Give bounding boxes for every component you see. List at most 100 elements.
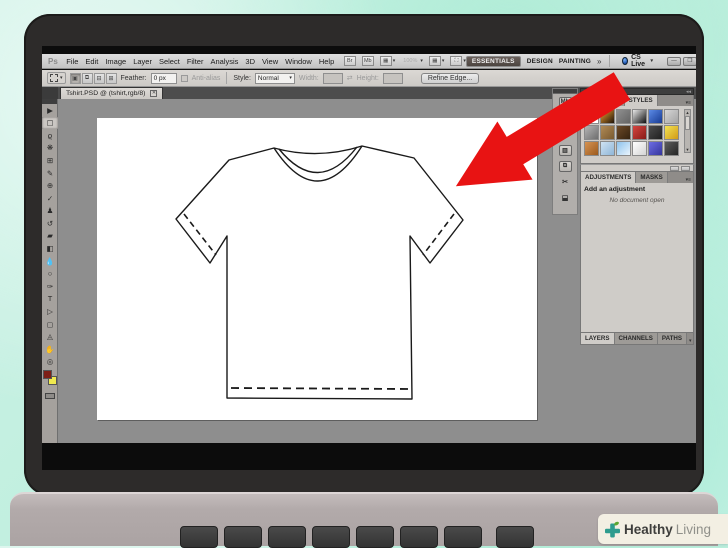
- style-swatch-7[interactable]: [584, 125, 599, 140]
- workspace-painting[interactable]: PAINTING: [559, 58, 591, 65]
- menu-file[interactable]: File: [63, 57, 82, 66]
- menu-layer[interactable]: Layer: [130, 57, 156, 66]
- style-swatch-16[interactable]: [632, 141, 647, 156]
- restore-button[interactable]: ❐: [683, 57, 696, 66]
- style-swatch-4[interactable]: [632, 109, 647, 124]
- arrange-documents-icon[interactable]: ▦▾: [426, 56, 445, 66]
- screen-mode-icon[interactable]: ⛶▾: [447, 56, 466, 66]
- selection-mode-0[interactable]: ▣: [70, 73, 81, 84]
- hand-tool[interactable]: ✋: [42, 343, 58, 356]
- workspace-overflow-chevron[interactable]: »: [597, 57, 601, 66]
- layer-comps-panel-icon[interactable]: ⧉: [553, 158, 577, 174]
- type-tool[interactable]: T: [42, 293, 58, 306]
- style-swatch-18[interactable]: [664, 141, 679, 156]
- new-style-button[interactable]: [670, 166, 679, 171]
- refine-edge-button[interactable]: Refine Edge...: [421, 73, 479, 84]
- rectangular-marquee-tool[interactable]: ▢: [42, 117, 58, 130]
- keyboard-key[interactable]: [356, 526, 394, 548]
- tab-adjustments[interactable]: ADJUSTMENTS: [581, 172, 636, 183]
- swap-dimensions-icon[interactable]: ⇄: [347, 74, 353, 82]
- notes-panel-icon[interactable]: ⬓: [553, 190, 577, 206]
- tool-preset-picker[interactable]: ▾: [47, 72, 66, 84]
- tab-swatches[interactable]: SWATCHES: [581, 95, 625, 106]
- style-swatch-17[interactable]: [648, 141, 663, 156]
- style-swatch-12[interactable]: [664, 125, 679, 140]
- keyboard-key[interactable]: [400, 526, 438, 548]
- minimize-button[interactable]: —: [667, 57, 681, 66]
- delete-style-button[interactable]: [681, 166, 690, 171]
- cs-live-button[interactable]: CS Live ▾: [622, 54, 653, 68]
- menu-select[interactable]: Select: [155, 57, 183, 66]
- crop-tool[interactable]: ⊞: [42, 154, 58, 167]
- selection-mode-1[interactable]: ⧉: [82, 73, 93, 84]
- width-input[interactable]: [323, 73, 343, 84]
- close-icon[interactable]: ✕: [150, 90, 157, 97]
- menu-analysis[interactable]: Analysis: [207, 57, 242, 66]
- healing-brush-tool[interactable]: ⊕: [42, 180, 58, 193]
- feather-input[interactable]: 0 px: [151, 73, 177, 84]
- 3d-rotate-tool[interactable]: ◬: [42, 331, 58, 344]
- keyboard-key[interactable]: [224, 526, 262, 548]
- scrollbar-thumb[interactable]: [685, 116, 690, 130]
- style-swatch-3[interactable]: [616, 109, 631, 124]
- keyboard-key[interactable]: [268, 526, 306, 548]
- document-canvas[interactable]: [97, 118, 537, 420]
- style-dropdown[interactable]: Normal ▾: [255, 73, 295, 84]
- tab-paths[interactable]: PATHS: [658, 333, 687, 344]
- minibridge-panel-icon[interactable]: Mb: [553, 94, 577, 110]
- tab-masks[interactable]: MASKS: [636, 172, 667, 183]
- style-swatch-5[interactable]: [648, 109, 663, 124]
- tool-presets-panel-icon[interactable]: ✂: [553, 174, 577, 190]
- selection-mode-3[interactable]: ⊞: [106, 73, 117, 84]
- path-selection-tool[interactable]: ▷: [42, 306, 58, 319]
- zoom-tool[interactable]: ◎: [42, 356, 58, 369]
- pen-tool[interactable]: ✑: [42, 280, 58, 293]
- histogram-panel-icon[interactable]: ▥: [553, 142, 577, 158]
- height-input[interactable]: [383, 73, 403, 84]
- kuler-panel-icon[interactable]: ▤: [553, 110, 577, 126]
- styles-scrollbar[interactable]: ▲ ▼: [684, 109, 691, 153]
- menu-edit[interactable]: Edit: [82, 57, 102, 66]
- view-extras-icon[interactable]: ▦▾: [377, 56, 396, 66]
- style-swatch-8[interactable]: [600, 125, 615, 140]
- history-brush-tool[interactable]: ↺: [42, 217, 58, 230]
- foreground-color-swatch[interactable]: [43, 370, 52, 379]
- menu-view[interactable]: View: [259, 57, 282, 66]
- keyboard-key[interactable]: [496, 526, 534, 548]
- selection-mode-2[interactable]: ⊟: [94, 73, 105, 84]
- style-swatch-15[interactable]: [616, 141, 631, 156]
- style-swatch-10[interactable]: [632, 125, 647, 140]
- info-panel-icon[interactable]: ⓘ: [553, 126, 577, 142]
- quick-mask-icon[interactable]: [45, 393, 55, 399]
- style-swatch-9[interactable]: [616, 125, 631, 140]
- minibridge-icon[interactable]: Mb: [359, 56, 374, 66]
- style-swatch-6[interactable]: [664, 109, 679, 124]
- anti-alias-checkbox[interactable]: [181, 75, 188, 82]
- panel-dock-header[interactable]: ◂◂: [580, 88, 694, 95]
- menu-window[interactable]: Window: [282, 57, 316, 66]
- workspace-essentials[interactable]: ESSENTIALS: [466, 56, 521, 67]
- quick-selection-tool[interactable]: ❋: [42, 142, 58, 155]
- style-swatch-11[interactable]: [648, 125, 663, 140]
- bridge-icon[interactable]: Br: [341, 56, 356, 66]
- dodge-tool[interactable]: ○: [42, 268, 58, 281]
- keyboard-key[interactable]: [312, 526, 350, 548]
- shape-tool[interactable]: ◻: [42, 318, 58, 331]
- move-tool[interactable]: ▶: [42, 104, 58, 117]
- eyedropper-tool[interactable]: ✎: [42, 167, 58, 180]
- blur-tool[interactable]: 💧: [42, 255, 58, 268]
- panel-menu-icon[interactable]: ▾: [687, 338, 694, 344]
- style-swatch-2[interactable]: [600, 109, 615, 124]
- menu-help[interactable]: Help: [315, 57, 337, 66]
- menu-filter[interactable]: Filter: [183, 57, 207, 66]
- lasso-tool[interactable]: ϱ: [42, 129, 58, 142]
- document-tab[interactable]: Tshirt.PSD @ (tshirt,rgb/8) ✕: [60, 87, 163, 99]
- keyboard-key[interactable]: [180, 526, 218, 548]
- brush-tool[interactable]: ✓: [42, 192, 58, 205]
- scroll-down-icon[interactable]: ▼: [685, 147, 690, 152]
- style-swatch-14[interactable]: [600, 141, 615, 156]
- zoom-level-dropdown[interactable]: 100%▾: [398, 56, 423, 66]
- menu-3d[interactable]: 3D: [242, 57, 259, 66]
- tab-styles[interactable]: STYLES: [625, 95, 658, 106]
- style-swatch-1[interactable]: [584, 109, 599, 124]
